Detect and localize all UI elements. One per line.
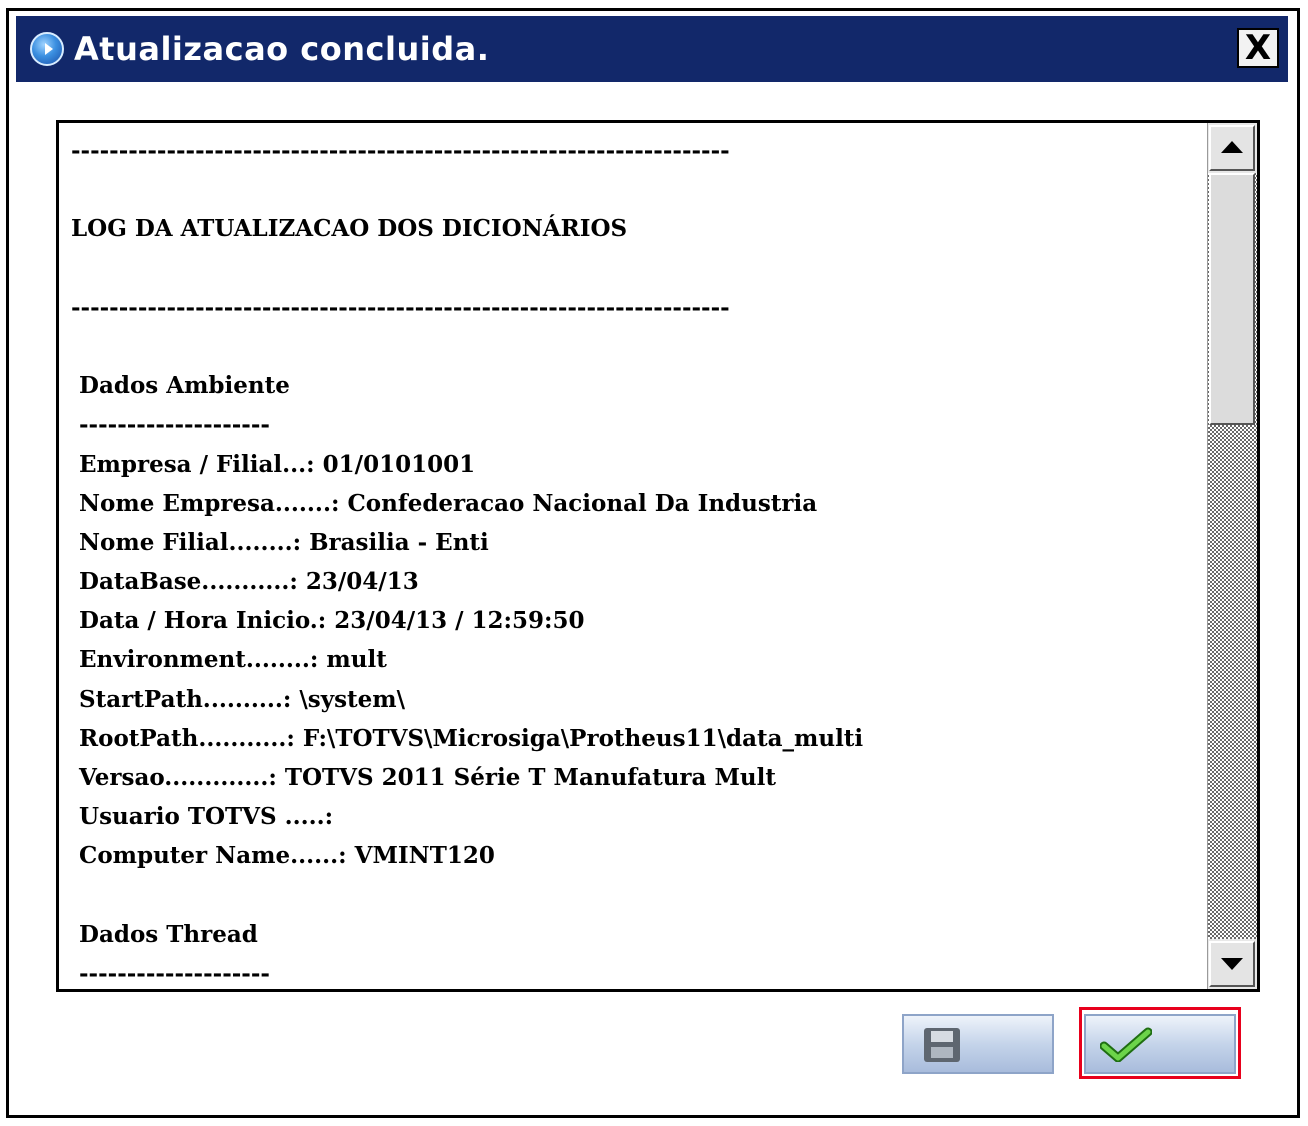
- log-line: LOG DA ATUALIZACAO DOS DICIONÁRIOS: [71, 215, 628, 243]
- log-line: ----------------------------------------…: [71, 137, 730, 164]
- log-textarea[interactable]: -------------------- --------------------…: [56, 120, 1260, 992]
- confirm-highlight-frame: [1079, 1007, 1241, 1079]
- log-line: DataBase...........: 23/04/13: [71, 568, 419, 596]
- log-line: Nome Empresa.......: Confederacao Nacion…: [71, 489, 818, 517]
- vertical-scrollbar[interactable]: [1207, 123, 1257, 989]
- app-icon: [30, 32, 64, 66]
- log-line: --------------------: [71, 959, 270, 987]
- floppy-disk-icon: [924, 1028, 960, 1062]
- arrow-down-icon: [1221, 958, 1243, 970]
- log-line: Dados Ambiente: [71, 372, 290, 400]
- arrow-up-icon: [1221, 141, 1243, 153]
- window-title: Atualizacao concluida.: [74, 30, 490, 68]
- log-line: StartPath..........: \system\: [71, 685, 406, 713]
- scroll-down-button[interactable]: [1209, 941, 1255, 987]
- title-bar: Atualizacao concluida. X: [16, 16, 1288, 82]
- log-line: Empresa / Filial...: 01/0101001: [71, 450, 476, 478]
- log-line: Usuario TOTVS .....:: [71, 803, 334, 831]
- log-line: Environment........: mult: [71, 646, 387, 674]
- log-content: -------------------- --------------------…: [71, 131, 1207, 989]
- log-line: Computer Name......: VMINT120: [71, 842, 495, 870]
- log-line: Nome Filial........: Brasilia - Enti: [71, 528, 489, 556]
- close-button[interactable]: X: [1237, 28, 1279, 68]
- log-line: Versao.............: TOTVS 2011 Série T …: [71, 764, 777, 791]
- log-line: RootPath...........: F:\TOTVS\Microsiga\…: [71, 724, 864, 752]
- scroll-up-button[interactable]: [1209, 125, 1255, 171]
- log-line: ----------------------------------------…: [71, 293, 730, 321]
- log-line: Data / Hora Inicio.: 23/04/13 / 12:59:50: [71, 607, 585, 635]
- log-line: Dados Thread: [71, 920, 258, 948]
- scroll-thumb[interactable]: [1209, 173, 1255, 425]
- save-button[interactable]: [902, 1014, 1054, 1074]
- log-line: --------------------: [71, 411, 270, 439]
